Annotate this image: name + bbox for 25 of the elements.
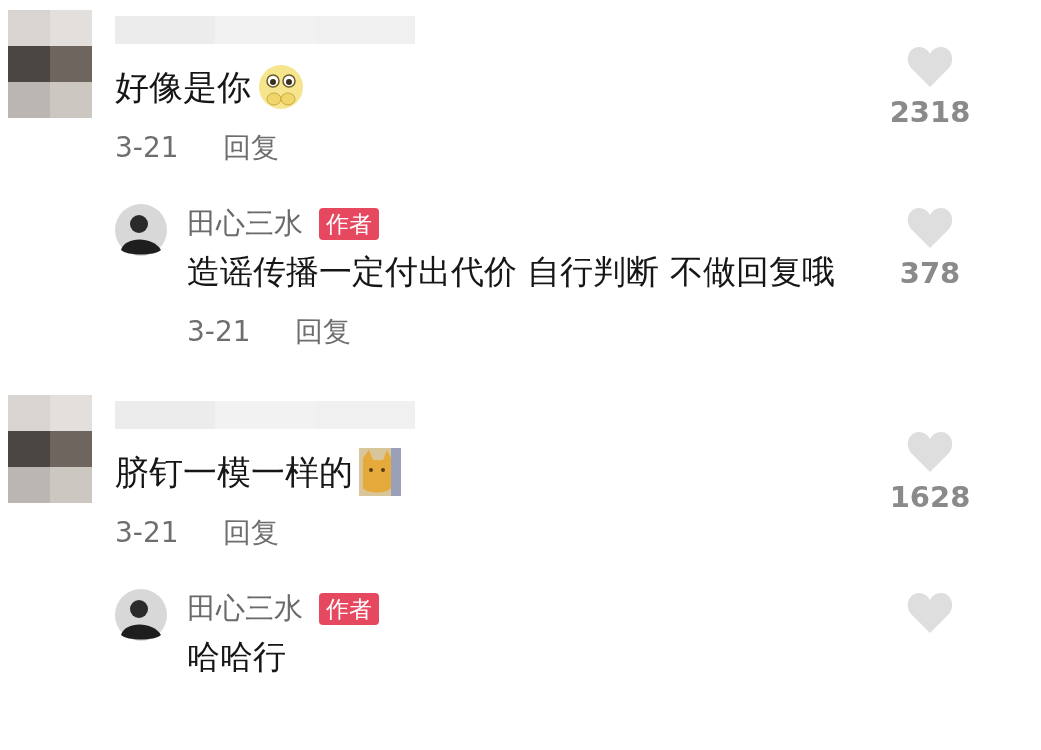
reply-date: 3-21: [187, 314, 251, 350]
author-name[interactable]: 田心三水: [187, 589, 303, 629]
heart-icon[interactable]: [906, 206, 954, 248]
reply-text: 哈哈行: [187, 636, 287, 678]
reply-text: 造谣传播一定付出代价 自行判断 不做回复哦: [187, 251, 836, 293]
heart-icon[interactable]: [906, 45, 954, 87]
reply-link[interactable]: 回复: [222, 515, 279, 551]
comment-text: 脐钉一模一样的: [115, 451, 353, 494]
heart-icon[interactable]: [906, 430, 954, 472]
avatar: [115, 204, 167, 256]
reply-link[interactable]: 回复: [222, 130, 279, 166]
comment-date: 3-21: [115, 130, 179, 166]
author-badge: 作者: [319, 208, 379, 240]
like-count: 2318: [889, 95, 971, 129]
heart-icon[interactable]: [906, 591, 954, 633]
avatar: [115, 589, 167, 641]
pleading-face-icon: [257, 63, 305, 111]
comment-text: 好像是你: [115, 66, 251, 109]
author-badge: 作者: [319, 593, 379, 625]
like-count: 378: [899, 256, 961, 290]
reply-link[interactable]: 回复: [294, 314, 351, 350]
cat-face-icon: [359, 448, 401, 496]
comment-date: 3-21: [115, 515, 179, 551]
like-count: 1628: [889, 480, 971, 514]
author-name[interactable]: 田心三水: [187, 204, 303, 244]
